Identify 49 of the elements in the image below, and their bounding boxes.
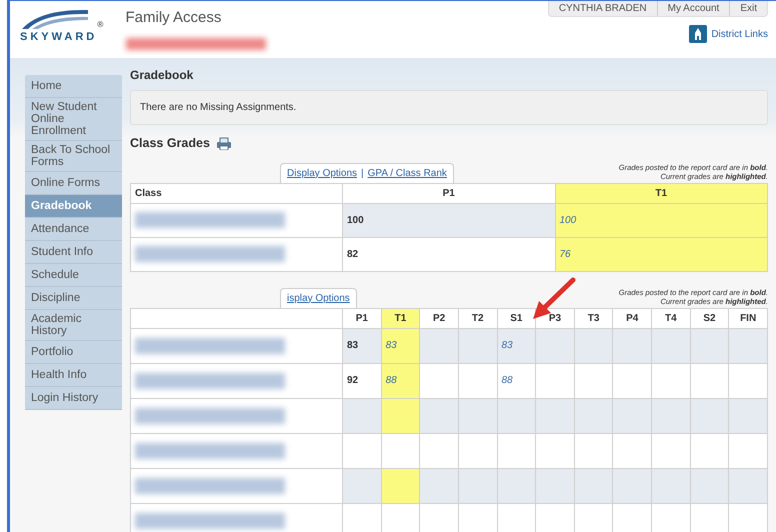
column-header: P4 xyxy=(612,308,652,328)
section-title: Class Grades xyxy=(130,135,210,152)
grade-cell: 100 xyxy=(555,203,768,238)
options-link[interactable]: isplay Options xyxy=(287,290,350,306)
logo-text: SKYWARD xyxy=(20,30,98,45)
page-title: Gradebook xyxy=(130,67,194,84)
grade-cell: 92 xyxy=(342,363,382,398)
column-header: T1 xyxy=(381,308,420,328)
sidebar-item[interactable]: Back To School Forms xyxy=(25,141,122,172)
column-header: S2 xyxy=(690,308,729,328)
grade-cell: 83 xyxy=(342,328,382,364)
sidebar-item[interactable]: Portfolio xyxy=(25,341,122,364)
link-separator: | xyxy=(361,166,364,181)
sidebar-item[interactable]: Attendance xyxy=(25,218,122,242)
grade-cell: 88 xyxy=(381,363,420,398)
menu-link[interactable]: My Account xyxy=(656,1,730,16)
options-link[interactable]: Display Options xyxy=(287,166,358,181)
sidebar-item[interactable]: Discipline xyxy=(25,287,122,310)
column-header: T4 xyxy=(652,308,690,328)
grade-cell: 83 xyxy=(497,328,536,364)
column-header: P1 xyxy=(342,308,382,328)
sidebar-item[interactable]: New Student Online Enrollment xyxy=(25,98,122,142)
column-header: T2 xyxy=(458,308,497,328)
sidebar-item[interactable]: Gradebook xyxy=(25,195,122,218)
column-header: Class xyxy=(130,183,342,204)
column-header: P1 xyxy=(342,183,555,204)
sidebar-item[interactable]: Login History xyxy=(25,387,122,410)
logo-swoosh-icon xyxy=(20,7,90,29)
sidebar-item[interactable]: Health Info xyxy=(25,364,122,388)
sidebar-item[interactable]: Academic History xyxy=(25,310,122,342)
column-header: T3 xyxy=(574,308,613,328)
grade-cell: 83 xyxy=(381,328,420,364)
grade-cell: 100 xyxy=(342,203,555,238)
sidebar-item[interactable]: Home xyxy=(25,75,122,98)
sidebar-item[interactable]: Schedule xyxy=(25,264,122,288)
notice-text: There are no Missing Assignments. xyxy=(140,102,296,113)
column-header: T1 xyxy=(555,183,768,204)
column-header: P2 xyxy=(420,308,458,328)
printer-icon[interactable] xyxy=(216,136,232,150)
options-link[interactable]: GPA / Class Rank xyxy=(368,166,447,181)
building-icon[interactable] xyxy=(689,25,708,43)
sidebar-item[interactable]: Student Info xyxy=(25,241,122,264)
menu-link[interactable]: Exit xyxy=(729,1,767,16)
user-name: CYNTHIA BRADEN xyxy=(558,2,648,16)
grade-cell: 88 xyxy=(497,363,536,398)
app-title: Family Access xyxy=(126,8,222,28)
district-links-link[interactable]: District Links xyxy=(711,26,768,42)
column-header: FIN xyxy=(728,308,768,328)
grade-cell: 82 xyxy=(342,237,555,272)
